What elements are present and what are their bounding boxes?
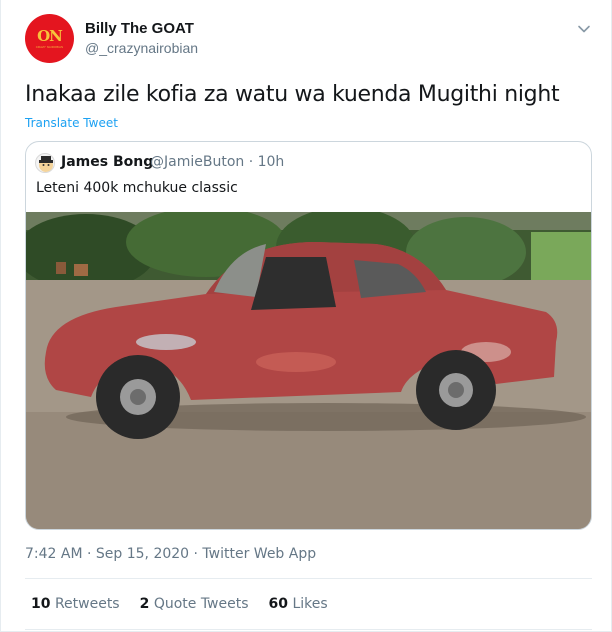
- quoted-tweet[interactable]: James Bong @JamieButon · 10h Leteni 400k…: [25, 141, 592, 530]
- emoji-face-icon: [39, 156, 53, 172]
- divider: [25, 629, 592, 630]
- avatar-logo-subtext: CRAZY NAIROBIAN: [35, 44, 64, 49]
- avatar-logo-text: ON: [37, 26, 63, 45]
- chevron-down-icon[interactable]: [575, 20, 593, 38]
- translate-tweet-link[interactable]: Translate Tweet: [25, 116, 118, 130]
- quoted-author-handle-time: @JamieButon · 10h: [150, 154, 285, 170]
- likes-count: 60: [268, 596, 289, 612]
- engagement-stats: 10 Retweets 2 Quote Tweets 60 Likes: [31, 596, 328, 612]
- likes-stat[interactable]: 60 Likes: [269, 596, 328, 612]
- quote-tweets-stat[interactable]: 2 Quote Tweets: [140, 596, 249, 612]
- author-handle[interactable]: @_crazynairobian: [85, 40, 198, 56]
- author-name[interactable]: Billy The GOAT: [85, 20, 194, 37]
- likes-label: Likes: [292, 596, 328, 612]
- tweet-timestamp[interactable]: 7:42 AM · Sep 15, 2020 · Twitter Web App: [25, 546, 316, 562]
- quoted-author-avatar: [35, 153, 55, 173]
- retweets-count: 10: [31, 596, 51, 612]
- retweets-label: Retweets: [54, 596, 120, 612]
- tweet-text: Inakaa zile kofia za watu wa kuenda Mugi…: [25, 82, 560, 107]
- quoted-tweet-text: Leteni 400k mchukue classic: [36, 180, 238, 196]
- divider: [25, 578, 592, 579]
- quote-tweets-count: 2: [139, 596, 150, 612]
- tweet-card: ON CRAZY NAIROBIAN Billy The GOAT @_craz…: [0, 0, 612, 632]
- author-avatar[interactable]: ON CRAZY NAIROBIAN: [25, 14, 74, 63]
- quote-tweets-label: Quote Tweets: [153, 596, 249, 612]
- retweets-stat[interactable]: 10 Retweets: [31, 596, 120, 612]
- quoted-tweet-photo[interactable]: [26, 212, 592, 530]
- quoted-author-name: James Bong: [61, 154, 154, 170]
